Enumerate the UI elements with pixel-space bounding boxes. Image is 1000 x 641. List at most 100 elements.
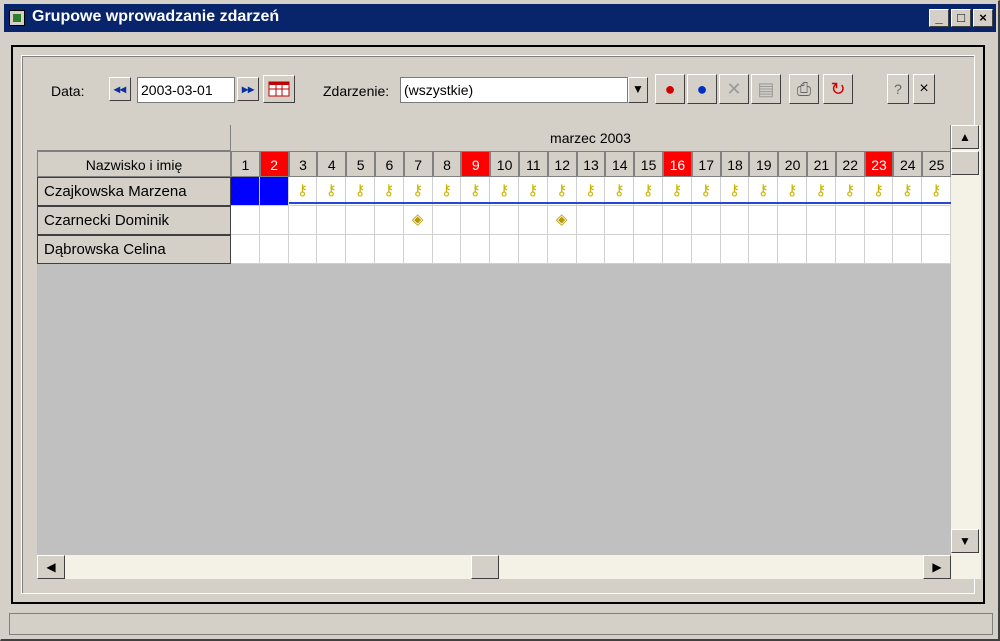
grid-cell[interactable] <box>835 235 865 264</box>
date-field[interactable]: 2003-03-01 <box>137 77 235 103</box>
day-header-25[interactable]: 25 <box>922 151 951 177</box>
grid-cell[interactable] <box>317 235 347 264</box>
refresh-button[interactable]: ↻ <box>823 74 853 104</box>
scroll-right-button[interactable]: ▶ <box>923 555 951 579</box>
horizontal-scroll-thumb[interactable] <box>471 555 499 579</box>
day-header-22[interactable]: 22 <box>835 151 865 177</box>
grid-cell[interactable] <box>749 206 779 235</box>
grid-cell[interactable] <box>691 206 721 235</box>
day-header-13[interactable]: 13 <box>576 151 606 177</box>
grid-cell[interactable] <box>807 235 836 264</box>
grid-cell[interactable] <box>778 206 807 235</box>
grid-cell[interactable] <box>346 206 375 235</box>
grid-cell[interactable]: ◈ <box>547 206 577 235</box>
add-event-button[interactable]: ● <box>655 74 685 104</box>
grid-cell[interactable] <box>288 206 318 235</box>
grid-cell[interactable] <box>663 206 692 235</box>
day-header-9[interactable]: 9 <box>461 151 491 177</box>
print-button[interactable]: ⎙ <box>789 74 819 104</box>
day-header-15[interactable]: 15 <box>634 151 663 177</box>
grid-cell[interactable] <box>375 235 404 264</box>
scroll-down-button[interactable]: ▼ <box>951 529 979 553</box>
grid-cell[interactable] <box>893 235 923 264</box>
grid-cell[interactable] <box>835 206 865 235</box>
calendar-button[interactable] <box>263 75 295 103</box>
grid-cell[interactable] <box>461 235 491 264</box>
row-name[interactable]: Czarnecki Dominik <box>37 206 231 235</box>
vertical-scrollbar[interactable]: ▲ ▼ <box>951 125 981 579</box>
add-info-button[interactable]: ● <box>687 74 717 104</box>
day-header-16[interactable]: 16 <box>663 151 692 177</box>
grid-cell[interactable] <box>259 235 289 264</box>
properties-button[interactable]: ▤ <box>751 74 781 104</box>
grid-cell[interactable] <box>922 235 951 264</box>
day-header-11[interactable]: 11 <box>519 151 548 177</box>
horizontal-scrollbar[interactable]: ◀ ▶ <box>37 555 951 579</box>
vertical-scroll-thumb[interactable] <box>951 151 979 175</box>
grid-cell[interactable] <box>461 206 491 235</box>
grid-cell[interactable] <box>634 235 663 264</box>
grid-cell[interactable] <box>807 206 836 235</box>
maximize-button[interactable]: □ <box>951 9 971 27</box>
day-header-23[interactable]: 23 <box>864 151 894 177</box>
grid-cell[interactable] <box>634 206 663 235</box>
delete-button[interactable]: ✕ <box>719 74 749 104</box>
grid-cell[interactable] <box>231 235 260 264</box>
grid-cell[interactable] <box>893 206 923 235</box>
date-next-button[interactable]: ▸▸ <box>237 77 259 101</box>
day-header-18[interactable]: 18 <box>720 151 750 177</box>
day-header-19[interactable]: 19 <box>749 151 779 177</box>
day-header-12[interactable]: 12 <box>547 151 577 177</box>
grid-cell[interactable] <box>403 235 433 264</box>
grid-cell[interactable] <box>346 235 375 264</box>
grid-cell[interactable] <box>778 235 807 264</box>
grid-cell[interactable] <box>288 235 318 264</box>
event-dropdown-button[interactable]: ▼ <box>628 77 648 103</box>
scroll-up-button[interactable]: ▲ <box>951 125 979 149</box>
grid-cell[interactable] <box>605 235 635 264</box>
row-name[interactable]: Czajkowska Marzena <box>37 177 231 206</box>
grid-cell[interactable]: ◈ <box>403 206 433 235</box>
grid-cell[interactable] <box>576 235 606 264</box>
grid-cell[interactable] <box>720 235 750 264</box>
day-header-17[interactable]: 17 <box>691 151 721 177</box>
grid-cell[interactable] <box>432 206 462 235</box>
grid-cell[interactable] <box>490 206 519 235</box>
grid-cell[interactable] <box>519 206 548 235</box>
date-prev-button[interactable]: ◂◂ <box>109 77 131 101</box>
grid-cell[interactable] <box>663 235 692 264</box>
help-button[interactable]: ? <box>887 74 909 104</box>
grid-cell[interactable] <box>547 235 577 264</box>
grid-cell[interactable] <box>519 235 548 264</box>
grid-cell[interactable] <box>375 206 404 235</box>
scroll-left-button[interactable]: ◀ <box>37 555 65 579</box>
day-header-7[interactable]: 7 <box>403 151 433 177</box>
grid-cell[interactable] <box>259 206 289 235</box>
grid-cell[interactable] <box>691 235 721 264</box>
grid-cell[interactable] <box>317 206 347 235</box>
day-header-4[interactable]: 4 <box>317 151 347 177</box>
day-header-21[interactable]: 21 <box>807 151 836 177</box>
grid-cell[interactable] <box>231 177 260 206</box>
day-header-3[interactable]: 3 <box>288 151 318 177</box>
grid-cell[interactable] <box>864 235 894 264</box>
day-header-24[interactable]: 24 <box>893 151 923 177</box>
day-header-5[interactable]: 5 <box>346 151 375 177</box>
grid-cell[interactable] <box>749 235 779 264</box>
toolbar-close-button[interactable]: × <box>913 74 935 104</box>
grid-cell[interactable] <box>432 235 462 264</box>
day-header-10[interactable]: 10 <box>490 151 519 177</box>
grid-cell[interactable] <box>864 206 894 235</box>
grid-cell[interactable] <box>576 206 606 235</box>
day-header-1[interactable]: 1 <box>231 151 260 177</box>
grid-cell[interactable] <box>231 206 260 235</box>
day-header-20[interactable]: 20 <box>778 151 807 177</box>
grid-cell[interactable] <box>259 177 289 206</box>
grid-cell[interactable] <box>922 206 951 235</box>
title-bar[interactable]: Grupowe wprowadzanie zdarzeń _ □ × <box>4 4 996 32</box>
row-name[interactable]: Dąbrowska Celina <box>37 235 231 264</box>
grid-cell[interactable] <box>720 206 750 235</box>
day-header-2[interactable]: 2 <box>259 151 289 177</box>
minimize-button[interactable]: _ <box>929 9 949 27</box>
close-button[interactable]: × <box>973 9 993 27</box>
